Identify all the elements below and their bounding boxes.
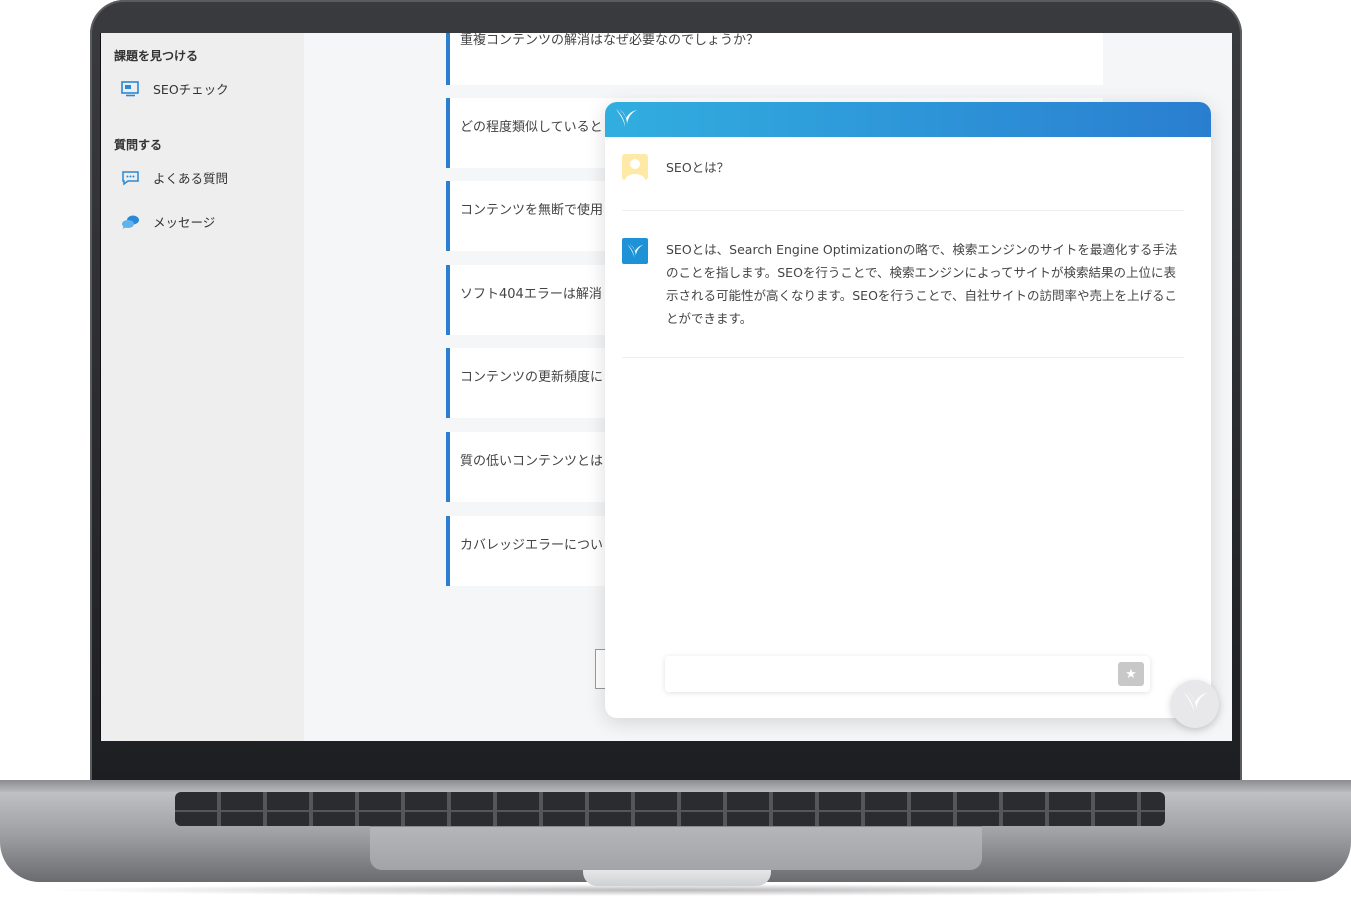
- send-button[interactable]: ★: [1118, 662, 1144, 686]
- message-divider: [622, 210, 1184, 211]
- bot-avatar-icon: [622, 238, 648, 264]
- trackpad: [370, 826, 982, 870]
- keyboard-row-gap: [175, 810, 1165, 812]
- user-message-text: SEOとは？: [666, 160, 730, 175]
- sidebar-item-label: SEOチェック: [153, 82, 229, 97]
- bird-logo-icon: [1180, 688, 1210, 720]
- chat-launcher-button[interactable]: [1171, 680, 1219, 728]
- sidebar-item-faq[interactable]: よくある質問: [121, 168, 228, 187]
- sidebar-item-label: メッセージ: [153, 215, 216, 230]
- keyboard: [175, 792, 1165, 826]
- bot-message-row: SEOとは、Search Engine Optimizationの略で、検索エン…: [622, 238, 1184, 330]
- chat-bubbles-icon: [121, 214, 141, 230]
- chat-header: [605, 102, 1211, 137]
- app-screen: 課題を見つける SEOチェック 質問する よくある質問 メッセージ 重複コンテン…: [101, 33, 1232, 741]
- monitor-icon: [121, 80, 141, 97]
- sidebar: 課題を見つける SEOチェック 質問する よくある質問 メッセージ: [101, 33, 304, 741]
- message-divider: [622, 357, 1184, 358]
- laptop-notch: [583, 870, 771, 886]
- user-message-row: SEOとは？: [622, 154, 1184, 182]
- user-avatar-icon: [622, 154, 648, 180]
- star-icon: ★: [1125, 666, 1137, 682]
- chat-input[interactable]: [665, 656, 1150, 692]
- speech-bubble-icon: [121, 170, 141, 186]
- sidebar-heading-find: 課題を見つける: [114, 49, 199, 63]
- laptop-hinge: [0, 780, 1351, 792]
- bot-message-text: SEOとは、Search Engine Optimizationの略で、検索エン…: [666, 242, 1178, 326]
- sidebar-item-label: よくある質問: [153, 171, 229, 186]
- chat-panel: SEOとは？ SEOとは、Search Engine Optimizationの…: [605, 102, 1211, 718]
- sidebar-item-message[interactable]: メッセージ: [121, 212, 215, 231]
- sidebar-heading-ask: 質問する: [114, 138, 163, 152]
- faq-item[interactable]: 重複コンテンツの解消はなぜ必要なのでしょうか？: [446, 33, 1103, 85]
- bird-logo-icon: [613, 106, 639, 134]
- sidebar-item-seo-check[interactable]: SEOチェック: [121, 79, 229, 98]
